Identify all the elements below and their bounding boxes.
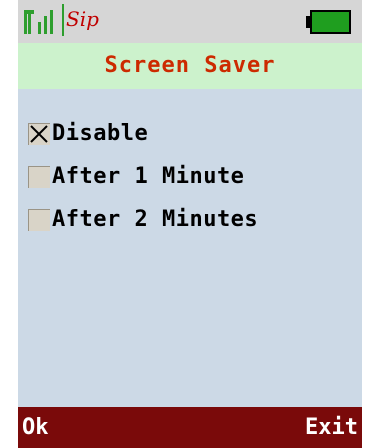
- title-bar: Screen Saver: [18, 43, 362, 89]
- unchecked-checkbox-icon[interactable]: [28, 165, 50, 188]
- option-label: After 2 Minutes: [52, 207, 259, 232]
- status-bar: Sip: [18, 0, 362, 43]
- checked-checkbox-icon[interactable]: [28, 122, 50, 145]
- sip-logo: Sip: [62, 4, 99, 36]
- softkey-bar: Ok Exit: [18, 407, 362, 448]
- sip-logo-text: Sip: [66, 7, 99, 31]
- exit-softkey[interactable]: Exit: [305, 407, 358, 448]
- options-list: Disable After 1 Minute After 2 Minutes: [18, 112, 362, 241]
- option-after-2-minutes[interactable]: After 2 Minutes: [18, 198, 362, 241]
- ok-softkey[interactable]: Ok: [22, 407, 49, 448]
- option-disable[interactable]: Disable: [18, 112, 362, 155]
- signal-strength-icon: [24, 10, 53, 34]
- phone-screen: Sip Screen Saver Disable After 1 Minute …: [18, 0, 362, 448]
- option-after-1-minute[interactable]: After 1 Minute: [18, 155, 362, 198]
- option-label: Disable: [52, 121, 149, 146]
- unchecked-checkbox-icon[interactable]: [28, 208, 50, 231]
- battery-full-icon: [306, 10, 351, 34]
- option-label: After 1 Minute: [52, 164, 245, 189]
- page-title: Screen Saver: [104, 53, 276, 78]
